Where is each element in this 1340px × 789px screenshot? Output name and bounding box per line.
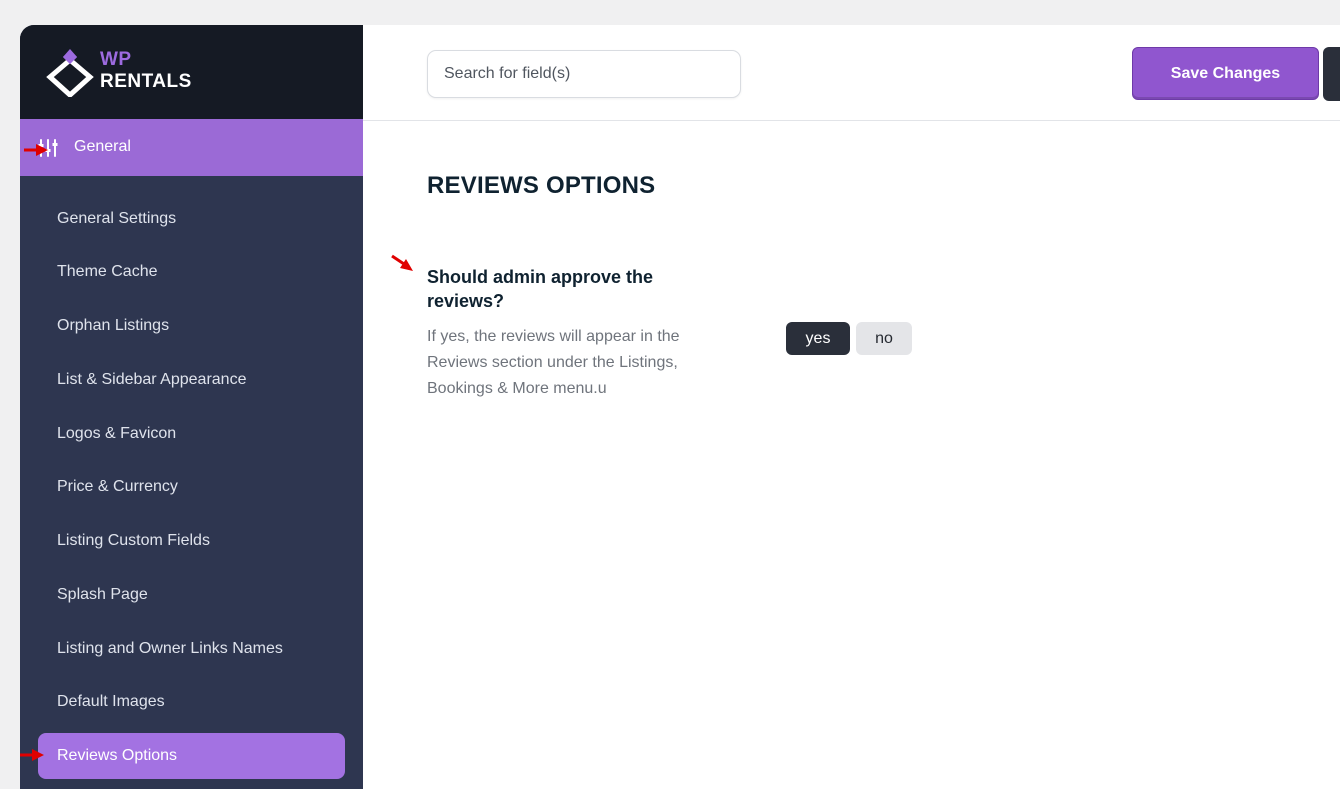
sidebar-item-general-settings[interactable]: General Settings (38, 196, 345, 242)
field-description: If yes, the reviews will appear in the R… (427, 328, 680, 397)
option-yes-button[interactable]: yes (786, 322, 850, 355)
sidebar-item-reviews-options[interactable]: Reviews Options (38, 733, 345, 779)
sidebar-section-general[interactable]: General (20, 119, 363, 176)
brand-wp: WP (100, 49, 132, 70)
sidebar-item-listing-owner-links-names[interactable]: Listing and Owner Links Names (38, 626, 345, 672)
search-input[interactable] (427, 50, 741, 98)
option-no-button[interactable]: no (856, 322, 912, 355)
top-bar: Save Changes (363, 25, 1340, 121)
annotation-arrow-icon (391, 254, 413, 271)
sidebar-item-splash-page[interactable]: Splash Page (38, 572, 345, 618)
app-frame: WP RENTALS General General Settings Them… (20, 25, 1340, 789)
brand-rentals: RENTALS (100, 71, 192, 92)
sidebar-item-price-currency[interactable]: Price & Currency (38, 464, 345, 510)
field-title: Should admin approve the reviews? (427, 267, 654, 311)
sidebar-item-logos-favicon[interactable]: Logos & Favicon (38, 411, 345, 457)
save-changes-button[interactable]: Save Changes (1132, 47, 1319, 100)
page-title: REVIEWS OPTIONS (427, 172, 656, 199)
secondary-button[interactable] (1323, 47, 1340, 101)
sidebar-section-label: General (74, 138, 131, 155)
brand-header: WP RENTALS (20, 25, 363, 119)
annotation-arrow-icon (24, 144, 48, 156)
sidebar: WP RENTALS General General Settings Them… (20, 25, 363, 789)
sidebar-item-orphan-listings[interactable]: Orphan Listings (38, 303, 345, 349)
sidebar-item-listing-custom-fields[interactable]: Listing Custom Fields (38, 518, 345, 564)
sidebar-item-default-images[interactable]: Default Images (38, 679, 345, 725)
annotation-arrow-icon (20, 749, 44, 761)
wp-rentals-logo-icon (46, 49, 94, 97)
sidebar-item-list-sidebar-appearance[interactable]: List & Sidebar Appearance (38, 357, 345, 403)
sidebar-item-theme-cache[interactable]: Theme Cache (38, 249, 345, 295)
